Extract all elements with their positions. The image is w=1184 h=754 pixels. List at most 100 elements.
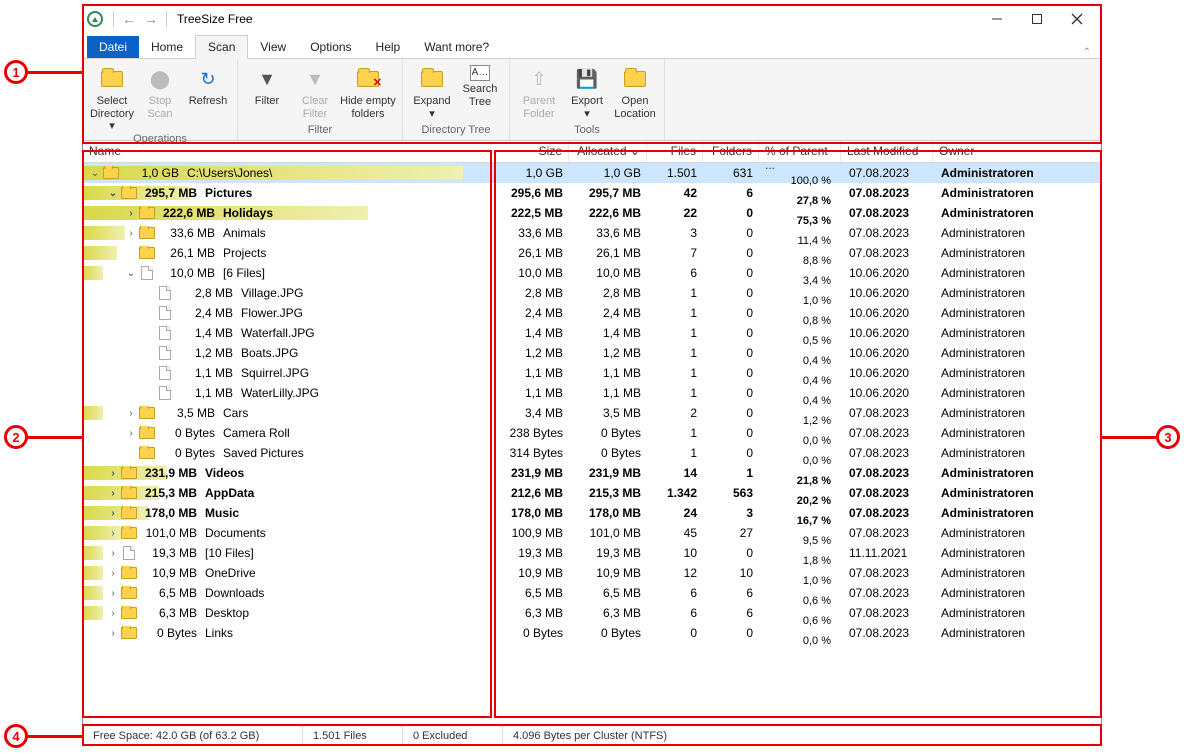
tree-row[interactable]: ›231,9 MBVideos231,9 MB231,9 MB14121,8 %… (83, 463, 1101, 483)
filter-button[interactable]: ▼Filter (244, 61, 290, 124)
alloc-cell: 295,7 MB (569, 186, 647, 200)
header-allocated[interactable]: Allocated ⌄ (569, 141, 647, 162)
tree-row[interactable]: ›178,0 MBMusic178,0 MB178,0 MB24316,7 %0… (83, 503, 1101, 523)
tree-row[interactable]: 0 BytesSaved Pictures314 Bytes0 Bytes100… (83, 443, 1101, 463)
expand-toggle[interactable]: › (107, 488, 119, 499)
parent-folder-button[interactable]: ⇧Parent Folder (516, 61, 562, 124)
tree-row[interactable]: ›101,0 MBDocuments100,9 MB101,0 MB45279,… (83, 523, 1101, 543)
tree-row[interactable]: 26,1 MBProjects26,1 MB26,1 MB708,8 %07.0… (83, 243, 1101, 263)
owner-cell: Administratoren (933, 286, 1101, 300)
tab-want-more[interactable]: Want more? (412, 36, 501, 58)
size-cell: 222,5 MB (491, 206, 569, 220)
expand-toggle[interactable]: › (107, 628, 119, 639)
export-button[interactable]: 💾Export ▾ (564, 61, 610, 124)
select-directory-button[interactable]: Select Directory ▾ (89, 61, 135, 133)
folder-icon (103, 167, 119, 179)
header-owner[interactable]: Owner (933, 141, 1101, 162)
expand-toggle[interactable]: › (125, 228, 137, 239)
expand-toggle[interactable]: ⌄ (107, 188, 119, 199)
size-in-tree: 215,3 MB (141, 486, 197, 500)
expand-toggle[interactable]: ⌄ (89, 168, 101, 179)
search-tree-button[interactable]: A…Search Tree (457, 61, 503, 124)
tree-row[interactable]: ›222,6 MBHolidays222,5 MB222,6 MB22075,3… (83, 203, 1101, 223)
folders-cell: 27 (703, 526, 759, 540)
expand-toggle[interactable]: › (107, 608, 119, 619)
owner-cell: Administratoren (933, 426, 1101, 440)
tree-row[interactable]: ›10,9 MBOneDrive10,9 MB10,9 MB12101,0 %0… (83, 563, 1101, 583)
item-name: Village.JPG (241, 286, 303, 300)
tree-row[interactable]: ›6,3 MBDesktop6,3 MB6,3 MB660,6 %07.08.2… (83, 603, 1101, 623)
header-modified[interactable]: Last Modified (841, 141, 933, 162)
owner-cell: Administratoren (933, 406, 1101, 420)
expand-toggle[interactable]: ⌄ (125, 268, 137, 279)
open-location-button[interactable]: Open Location (612, 61, 658, 124)
tab-file[interactable]: Datei (87, 36, 139, 58)
expand-toggle[interactable]: › (107, 508, 119, 519)
header-folders[interactable]: Folders (703, 141, 759, 162)
header-percent[interactable]: % of Parent ... (759, 141, 841, 162)
tab-home[interactable]: Home (139, 36, 195, 58)
tree-row[interactable]: 2,4 MBFlower.JPG2,4 MB2,4 MB100,8 %10.06… (83, 303, 1101, 323)
tree-row[interactable]: 1,1 MBSquirrel.JPG1,1 MB1,1 MB100,4 %10.… (83, 363, 1101, 383)
file-icon (159, 326, 171, 340)
tree-row[interactable]: 1,1 MBWaterLilly.JPG1,1 MB1,1 MB100,4 %1… (83, 383, 1101, 403)
tab-view[interactable]: View (248, 36, 298, 58)
owner-cell: Administratoren (933, 446, 1101, 460)
file-icon (159, 386, 171, 400)
tree-row[interactable]: 1,4 MBWaterfall.JPG1,4 MB1,4 MB100,5 %10… (83, 323, 1101, 343)
expand-button[interactable]: Expand ▾ (409, 61, 455, 124)
alloc-cell: 2,8 MB (569, 286, 647, 300)
item-name: Pictures (205, 186, 252, 200)
tree-row[interactable]: ⌄295,7 MBPictures295,6 MB295,7 MB42627,8… (83, 183, 1101, 203)
expand-toggle[interactable]: › (107, 468, 119, 479)
maximize-button[interactable] (1017, 5, 1057, 33)
size-in-tree: 0 Bytes (159, 446, 215, 460)
folders-cell: 10 (703, 566, 759, 580)
size-cell: 10,0 MB (491, 266, 569, 280)
refresh-button[interactable]: ↻Refresh (185, 61, 231, 133)
close-button[interactable] (1057, 5, 1097, 33)
tree-row[interactable]: ›0 BytesLinks0 Bytes0 Bytes000,0 %07.08.… (83, 623, 1101, 643)
tree-row[interactable]: ›3,5 MBCars3,4 MB3,5 MB201,2 %07.08.2023… (83, 403, 1101, 423)
expand-toggle[interactable]: › (125, 208, 137, 219)
modified-cell: 10.06.2020 (841, 306, 933, 320)
owner-cell: Administratoren (933, 526, 1101, 540)
tree-row[interactable]: ⌄1,0 GBC:\Users\Jones\1,0 GB1,0 GB1.5016… (83, 163, 1101, 183)
expand-toggle[interactable]: › (125, 408, 137, 419)
nav-forward-button[interactable]: → (140, 11, 162, 27)
collapse-ribbon-button[interactable]: ⌃ (1083, 47, 1091, 58)
expand-toggle[interactable]: › (107, 528, 119, 539)
header-size[interactable]: Size (491, 141, 569, 162)
name-cell: 1,1 MBWaterLilly.JPG (83, 386, 491, 400)
expand-toggle[interactable]: › (107, 568, 119, 579)
stop-scan-button[interactable]: ⬤Stop Scan (137, 61, 183, 133)
tab-scan[interactable]: Scan (195, 35, 248, 59)
expand-toggle[interactable]: › (125, 428, 137, 439)
minimize-button[interactable] (977, 5, 1017, 33)
size-cell: 19,3 MB (491, 546, 569, 560)
tab-help[interactable]: Help (364, 36, 413, 58)
folders-cell: 0 (703, 346, 759, 360)
nav-back-button[interactable]: ← (118, 11, 140, 27)
expand-toggle[interactable]: › (107, 548, 119, 559)
header-name[interactable]: Name (83, 141, 491, 162)
tree-row[interactable]: ⌄10,0 MB[6 Files]10,0 MB10,0 MB603,4 %10… (83, 263, 1101, 283)
tree-row[interactable]: 1,2 MBBoats.JPG1,2 MB1,2 MB100,4 %10.06.… (83, 343, 1101, 363)
tree-row[interactable]: ›0 BytesCamera Roll238 Bytes0 Bytes100,0… (83, 423, 1101, 443)
tree-row[interactable]: ›33,6 MBAnimals33,6 MB33,6 MB3011,4 %07.… (83, 223, 1101, 243)
modified-cell: 07.08.2023 (841, 406, 933, 420)
clear-filter-button[interactable]: ▼Clear Filter (292, 61, 338, 124)
header-files[interactable]: Files (647, 141, 703, 162)
tree-row[interactable]: ›19,3 MB[10 Files]19,3 MB19,3 MB1001,8 %… (83, 543, 1101, 563)
owner-cell: Administratoren (933, 326, 1101, 340)
size-in-tree: 6,3 MB (141, 606, 197, 620)
tab-options[interactable]: Options (298, 36, 363, 58)
expand-toggle[interactable]: › (107, 588, 119, 599)
alloc-cell: 1,1 MB (569, 386, 647, 400)
folder-icon (121, 187, 137, 199)
tree-row[interactable]: 2,8 MBVillage.JPG2,8 MB2,8 MB101,0 %10.0… (83, 283, 1101, 303)
tree-row[interactable]: ›215,3 MBAppData212,6 MB215,3 MB1.342563… (83, 483, 1101, 503)
tree-row[interactable]: ›6,5 MBDownloads6,5 MB6,5 MB660,6 %07.08… (83, 583, 1101, 603)
hide-empty-button[interactable]: ✕Hide empty folders (340, 61, 396, 124)
folders-cell: 0 (703, 386, 759, 400)
